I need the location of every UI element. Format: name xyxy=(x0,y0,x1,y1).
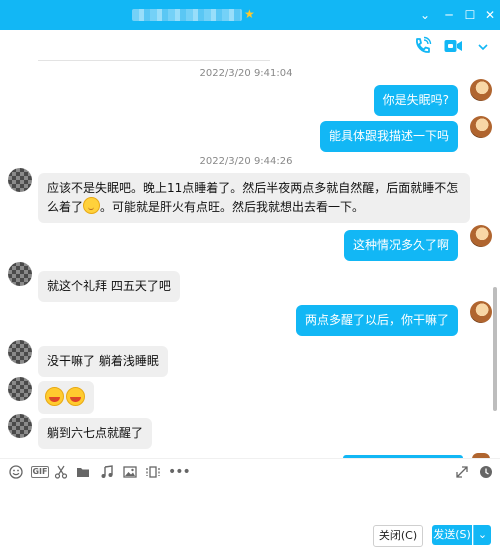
maximize-button[interactable]: ☐ xyxy=(461,6,479,24)
close-button[interactable]: 关闭(C) xyxy=(373,525,423,547)
self-avatar[interactable] xyxy=(470,116,492,138)
timestamp: 2022/3/20 9:41:04 xyxy=(199,68,293,79)
contact-avatar[interactable] xyxy=(8,340,32,364)
self-avatar[interactable] xyxy=(470,225,492,247)
minimize-button[interactable]: ─ xyxy=(440,6,458,24)
phone-icon[interactable] xyxy=(412,36,432,56)
message-outgoing[interactable]: 能具体跟我描述一下吗 xyxy=(319,121,458,152)
message-outgoing[interactable]: 两点多醒了以后，你干嘛了 xyxy=(295,305,458,336)
close-window-button[interactable]: ✕ xyxy=(481,6,499,24)
self-avatar[interactable] xyxy=(470,301,492,323)
contact-avatar[interactable] xyxy=(8,414,32,438)
input-toolbar: GIF ••• xyxy=(0,458,500,485)
contact-avatar[interactable] xyxy=(8,377,32,401)
message-incoming[interactable]: 没干嘛了 躺着浅睡眠 xyxy=(38,346,168,377)
message-incoming[interactable]: 躺到六七点就醒了 xyxy=(38,418,153,449)
contact-avatar[interactable] xyxy=(8,168,32,192)
scissors-icon[interactable] xyxy=(54,465,68,479)
dropdown-button[interactable]: ⌄ xyxy=(416,6,434,24)
contact-name-redacted xyxy=(132,9,242,21)
image-icon[interactable] xyxy=(123,465,137,479)
screen-record-icon[interactable] xyxy=(146,465,160,479)
more-icon[interactable]: ••• xyxy=(168,465,191,479)
scrollbar[interactable] xyxy=(493,287,497,411)
expand-panel-icon[interactable] xyxy=(476,40,490,54)
emoji-icon[interactable] xyxy=(9,465,23,479)
send-options-button[interactable]: ⌄ xyxy=(473,525,491,545)
history-icon[interactable] xyxy=(479,465,493,479)
folder-icon[interactable] xyxy=(76,465,90,479)
gif-icon[interactable]: GIF xyxy=(31,466,49,478)
timestamp: 2022/3/20 9:44:26 xyxy=(199,156,293,167)
message-incoming[interactable]: 应该不是失眠吧。晚上11点睡着了。然后半夜两点多就自然醒，后面就睡不怎么着了 。可… xyxy=(38,173,470,223)
message-incoming[interactable]: 就这个礼拜 四五天了吧 xyxy=(38,271,180,302)
laughing-emoji-icon xyxy=(45,387,64,406)
message-incoming-emoji[interactable] xyxy=(38,381,94,414)
message-list[interactable]: 2022/3/20 9:41:04 你是失眠吗? 能具体跟我描述一下吗 2022… xyxy=(0,60,492,458)
message-input[interactable] xyxy=(0,484,500,520)
embarrassed-emoji-icon xyxy=(83,197,101,214)
self-avatar[interactable] xyxy=(470,79,492,101)
star-icon: ★ xyxy=(244,7,255,21)
message-outgoing[interactable]: 这种情况多久了啊 xyxy=(343,230,458,261)
fullscreen-icon[interactable] xyxy=(455,465,469,479)
laughing-emoji-icon xyxy=(66,387,85,406)
title-bar: ★ ⌄ ─ ☐ ✕ xyxy=(0,0,500,30)
message-text: 。可能就是肝火有点旺。然后我就想出去看一下。 xyxy=(100,200,365,214)
message-outgoing[interactable]: 你是失眠吗? xyxy=(373,85,458,116)
contact-avatar[interactable] xyxy=(8,262,32,286)
divider xyxy=(38,60,270,61)
send-button[interactable]: 发送(S) xyxy=(432,525,472,545)
music-icon[interactable] xyxy=(100,465,114,479)
video-call-icon[interactable] xyxy=(443,36,463,56)
